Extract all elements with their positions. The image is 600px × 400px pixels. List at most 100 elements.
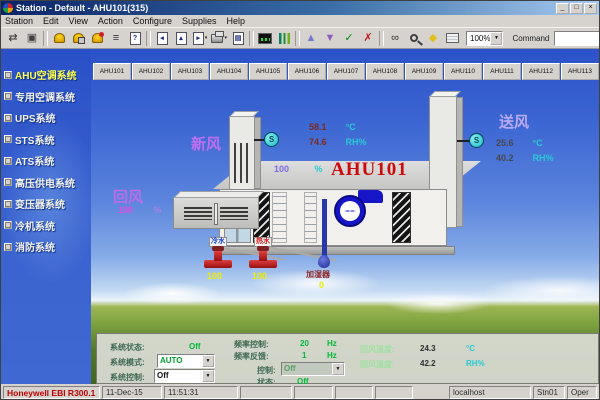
return-air-label: 回风 xyxy=(113,186,143,207)
supply-air-humidity: 40.2 RH% xyxy=(496,153,554,163)
ahu-tab[interactable]: AHU107 xyxy=(327,63,365,80)
find-icon[interactable]: ∞▾ xyxy=(386,30,404,47)
raise-icon[interactable]: ▲▾ xyxy=(302,30,320,47)
menu-item[interactable]: Station xyxy=(5,16,33,26)
sidebar-item-dedicated-ac[interactable]: 专用空调系统 xyxy=(1,86,91,108)
freq-feedback-label: 频率反馈: xyxy=(234,351,269,362)
zoom-level-value: 100% xyxy=(467,34,490,43)
lower-icon[interactable]: ▼▾ xyxy=(321,30,339,47)
event-summary-icon[interactable]: ≡▾ xyxy=(107,30,125,47)
dropdown-arrow-icon[interactable]: ▼ xyxy=(490,32,502,45)
cooling-coil-icon xyxy=(272,192,287,243)
accept-icon[interactable]: ✓▾ xyxy=(340,30,358,47)
humidifier-value: 0 xyxy=(319,280,324,290)
sidebar-item-ups[interactable]: UPS系统 xyxy=(1,107,91,129)
menu-item[interactable]: Edit xyxy=(43,16,59,26)
expand-box-icon[interactable] xyxy=(4,157,12,165)
close-button[interactable]: × xyxy=(584,3,597,14)
expand-box-icon[interactable] xyxy=(4,243,12,251)
zoom-icon[interactable]: ▾ xyxy=(405,30,423,47)
statusbar: Honeywell EBI R300.1 11-Dec-15 11:51:31 … xyxy=(1,384,599,400)
freq-control-label: 频率控制: xyxy=(234,339,269,350)
dropdown-arrow-icon[interactable]: ▼ xyxy=(202,355,214,367)
window-title: Station - Default - AHU101(315) xyxy=(16,3,553,13)
ahu-tab[interactable]: AHU112 xyxy=(522,63,560,80)
command-input[interactable] xyxy=(555,33,600,44)
expand-box-icon[interactable] xyxy=(4,92,12,100)
sidebar-item-fire[interactable]: 消防系统 xyxy=(1,236,91,258)
sidebar-item-chiller[interactable]: 冷机系统 xyxy=(1,215,91,237)
expand-box-icon[interactable] xyxy=(4,135,12,143)
alarm-annunciate-icon[interactable]: ▾ xyxy=(88,30,106,47)
control-select[interactable]: Off ▼ xyxy=(281,362,345,376)
page-up-icon[interactable]: ▴▾ xyxy=(172,30,190,47)
dropdown-arrow-icon[interactable]: ▼ xyxy=(332,363,344,375)
app-icon xyxy=(3,3,13,13)
ahu-tab[interactable]: AHU103 xyxy=(171,63,209,80)
trend-icon[interactable]: ▾ xyxy=(275,30,293,47)
return-damper-position: 100 % xyxy=(118,205,162,215)
menu-item[interactable]: Configure xyxy=(133,16,172,26)
ahu-tab[interactable]: AHU108 xyxy=(366,63,404,80)
supply-fan-icon[interactable] xyxy=(334,195,366,227)
ahu-tab[interactable]: AHU102 xyxy=(132,63,170,80)
sidebar-item-ats[interactable]: ATS系统 xyxy=(1,150,91,172)
command-combobox[interactable]: ▼ xyxy=(554,31,600,46)
menu-item[interactable]: View xyxy=(69,16,88,26)
freq-control-unit: Hz xyxy=(327,339,337,348)
system-control-select[interactable]: Off ▼ xyxy=(154,369,215,383)
expand-box-icon[interactable] xyxy=(4,178,12,186)
alarm-bell-icon[interactable]: ▾ xyxy=(50,30,68,47)
return-temp-value: 24.3 xyxy=(420,344,436,353)
detail-icon[interactable]: ◆▾ xyxy=(424,30,442,47)
menu-item[interactable]: Action xyxy=(98,16,123,26)
brand-label: Honeywell EBI R300.1 xyxy=(3,386,100,399)
sidebar-item-hv-power[interactable]: 高压供电系统 xyxy=(1,172,91,194)
sidebar-item-transformer[interactable]: 变压器系统 xyxy=(1,193,91,215)
ahu-tab[interactable]: AHU110 xyxy=(444,63,482,80)
zoom-level-select[interactable]: 100% ▼ xyxy=(466,31,503,46)
system-status-panel: 系统状态: Off 系统模式: AUTO ▼ 系统控制: Off ▼ 频率控制:… xyxy=(96,333,599,384)
system-mode-select[interactable]: AUTO ▼ xyxy=(157,354,215,368)
ahu-tab[interactable]: AHU106 xyxy=(288,63,326,80)
message-summary-icon[interactable]: ?▾ xyxy=(126,30,144,47)
page-forward-icon[interactable]: ▸▾ xyxy=(191,30,209,47)
dropdown-arrow-icon[interactable]: ▼ xyxy=(202,370,214,382)
content-area: AHU空调系统 专用空调系统 UPS系统 STS系统 ATS系统 高压供电系统 … xyxy=(1,49,600,384)
sidebar-item-ahu-ac[interactable]: AHU空调系统 xyxy=(1,64,91,86)
page-back-icon[interactable]: ◂▾ xyxy=(153,30,171,47)
alarm-ack-icon[interactable]: ▾ xyxy=(69,30,87,47)
time-display: 11:51:31 xyxy=(164,386,238,399)
ahu-tab[interactable]: AHU113 xyxy=(561,63,599,80)
hot-water-valve-icon[interactable] xyxy=(249,248,277,270)
print-icon[interactable]: ▾ xyxy=(210,30,228,47)
expand-box-icon[interactable] xyxy=(4,221,12,229)
ahu-tab[interactable]: AHU109 xyxy=(405,63,443,80)
toolbar-separator xyxy=(379,31,384,46)
expand-box-icon[interactable] xyxy=(4,200,12,208)
expand-box-icon[interactable] xyxy=(4,114,12,122)
maximize-button[interactable]: □ xyxy=(570,3,583,14)
supply-air-sensor-icon[interactable]: S xyxy=(469,133,484,148)
menu-item[interactable]: Help xyxy=(226,16,245,26)
minimize-button[interactable]: _ xyxy=(556,3,569,14)
statusbar-cell xyxy=(294,386,333,399)
ahu-tab[interactable]: AHU111 xyxy=(483,63,521,80)
ahu-tab[interactable]: AHU104 xyxy=(210,63,248,80)
capture-icon[interactable]: ▤▾ xyxy=(229,30,247,47)
sidebar-item-sts[interactable]: STS系统 xyxy=(1,129,91,151)
chilled-water-valve-icon[interactable] xyxy=(204,248,232,270)
return-rh-value: 42.2 xyxy=(420,359,436,368)
console-display-icon[interactable]: ▾ xyxy=(256,30,274,47)
ahu-tab[interactable]: AHU101 xyxy=(93,63,131,80)
multi-window-icon[interactable]: ▣▾ xyxy=(23,30,41,47)
toolbar-separator xyxy=(146,31,151,46)
expand-box-icon[interactable] xyxy=(4,71,12,79)
station-connect-icon[interactable]: ⇄▾ xyxy=(4,30,22,47)
associated-display-icon[interactable]: ▾ xyxy=(443,30,461,47)
reject-icon[interactable]: ✗▾ xyxy=(359,30,377,47)
supply-air-label: 送风 xyxy=(499,111,529,132)
ahu-tab[interactable]: AHU105 xyxy=(249,63,287,80)
fresh-air-sensor-icon[interactable]: S xyxy=(264,132,279,147)
menu-item[interactable]: Supplies xyxy=(182,16,217,26)
